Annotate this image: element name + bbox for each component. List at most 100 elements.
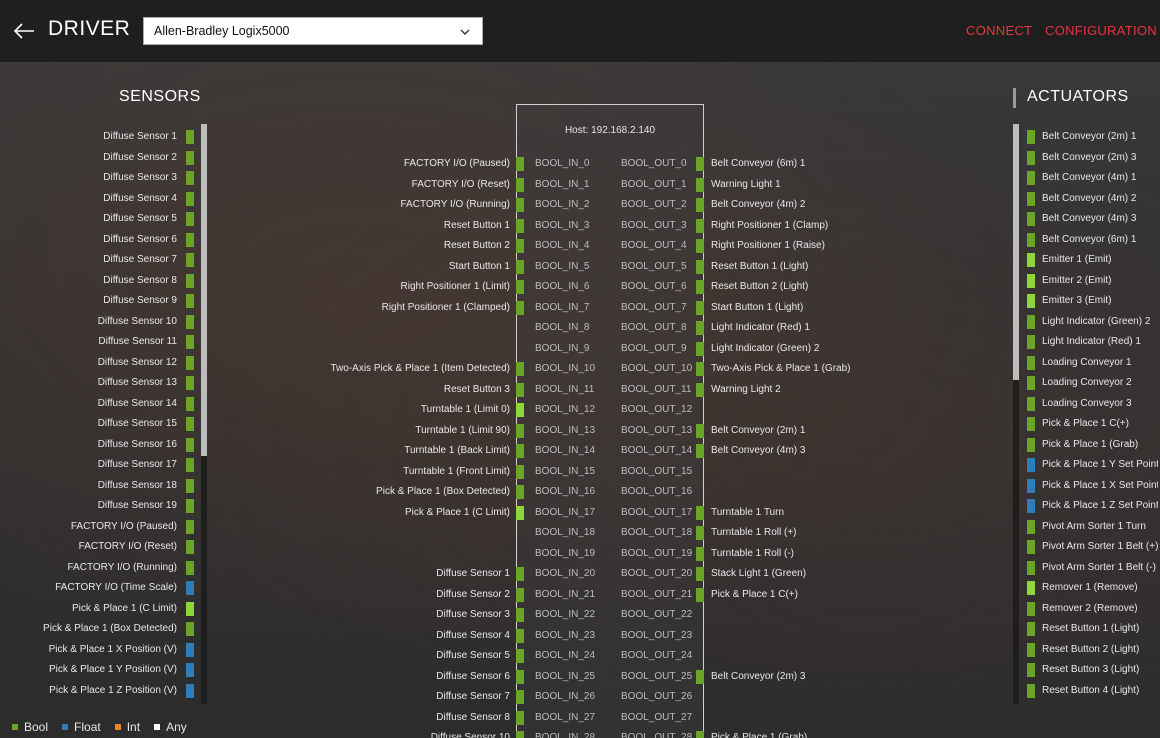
input-slot-indicator[interactable]	[516, 280, 524, 294]
input-slot-indicator[interactable]	[516, 505, 524, 520]
output-slot-indicator[interactable]	[696, 587, 704, 602]
sensor-item[interactable]: Diffuse Sensor 6	[20, 233, 177, 247]
input-slot-indicator[interactable]	[516, 587, 524, 602]
mapped-input-label[interactable]: Diffuse Sensor 2	[300, 588, 510, 602]
sensor-item[interactable]: Diffuse Sensor 4	[20, 192, 177, 206]
mapped-input-label[interactable]: FACTORY I/O (Reset)	[300, 178, 510, 192]
sensor-type-indicator[interactable]	[186, 150, 194, 165]
actuator-type-indicator[interactable]	[1027, 376, 1035, 390]
mapped-output-label[interactable]: Two-Axis Pick & Place 1 (Grab)	[711, 362, 850, 376]
sensor-type-indicator[interactable]	[186, 663, 194, 677]
sensor-type-indicator[interactable]	[186, 253, 194, 267]
sensor-item[interactable]: Diffuse Sensor 9	[20, 294, 177, 308]
mapped-output-label[interactable]: Belt Conveyor (4m) 3	[711, 444, 805, 458]
actuators-scrollbar[interactable]	[1013, 124, 1019, 704]
actuator-item[interactable]: Belt Conveyor (4m) 3	[1042, 212, 1158, 226]
actuator-item[interactable]: Pivot Arm Sorter 1 Belt (+)	[1042, 540, 1158, 554]
actuator-item[interactable]: Loading Conveyor 3	[1042, 397, 1158, 411]
input-slot-indicator[interactable]	[516, 649, 524, 663]
input-slot-indicator[interactable]	[516, 464, 524, 479]
output-slot-indicator[interactable]	[696, 280, 704, 294]
output-slot-indicator[interactable]	[696, 546, 704, 561]
mapped-input-label[interactable]: FACTORY I/O (Running)	[300, 198, 511, 212]
mapped-input-label[interactable]: Diffuse Sensor 5	[300, 649, 510, 663]
input-slot-indicator[interactable]	[516, 628, 524, 643]
sensors-scrollbar[interactable]	[201, 124, 207, 704]
sensor-type-indicator[interactable]	[186, 191, 194, 206]
sensor-item[interactable]: Diffuse Sensor 7	[20, 253, 177, 267]
mapped-input-label[interactable]: Reset Button 2	[300, 239, 510, 253]
input-slot-indicator[interactable]	[516, 382, 524, 397]
mapped-output-label[interactable]: Belt Conveyor (6m) 1	[711, 157, 805, 171]
input-slot-indicator[interactable]	[516, 669, 524, 684]
sensor-type-indicator[interactable]	[186, 642, 194, 657]
input-slot-indicator[interactable]	[516, 690, 524, 704]
actuator-item[interactable]: Reset Button 3 (Light)	[1042, 663, 1158, 677]
actuator-item[interactable]: Loading Conveyor 2	[1042, 376, 1158, 390]
sensor-type-indicator[interactable]	[186, 601, 194, 616]
sensor-item[interactable]: FACTORY I/O (Reset)	[20, 540, 177, 554]
actuator-type-indicator[interactable]	[1027, 253, 1035, 267]
actuator-type-indicator[interactable]	[1027, 335, 1035, 349]
actuator-type-indicator[interactable]	[1027, 191, 1035, 206]
actuator-item[interactable]: Loading Conveyor 1	[1042, 356, 1158, 370]
actuator-type-indicator[interactable]	[1027, 663, 1035, 677]
actuator-type-indicator[interactable]	[1027, 355, 1035, 370]
sensor-item[interactable]: Diffuse Sensor 11	[20, 335, 177, 349]
mapped-input-label[interactable]: Turntable 1 (Limit 90)	[300, 424, 510, 438]
input-slot-indicator[interactable]	[516, 485, 524, 499]
sensor-item[interactable]: Diffuse Sensor 2	[20, 151, 177, 165]
input-slot-indicator[interactable]	[516, 608, 524, 622]
output-slot-indicator[interactable]	[696, 423, 704, 438]
sensor-type-indicator[interactable]	[186, 478, 194, 493]
mapped-input-label[interactable]: Right Positioner 1 (Limit)	[300, 280, 510, 294]
sensor-type-indicator[interactable]	[186, 499, 194, 513]
mapped-input-label[interactable]: Start Button 1	[300, 260, 510, 274]
sensor-type-indicator[interactable]	[186, 560, 194, 575]
sensor-type-indicator[interactable]	[186, 437, 194, 452]
actuator-item[interactable]: Light Indicator (Green) 2	[1042, 315, 1158, 329]
sensor-type-indicator[interactable]	[186, 212, 194, 226]
actuator-type-indicator[interactable]	[1027, 478, 1035, 493]
sensor-item[interactable]: Diffuse Sensor 16	[20, 438, 177, 452]
driver-select[interactable]: Allen-Bradley Logix5000	[143, 17, 483, 45]
input-slot-indicator[interactable]	[516, 731, 524, 738]
input-slot-indicator[interactable]	[516, 710, 524, 725]
mapped-input-label[interactable]: Reset Button 3	[300, 383, 510, 397]
input-slot-indicator[interactable]	[516, 239, 524, 253]
input-slot-indicator[interactable]	[516, 300, 524, 315]
input-slot-indicator[interactable]	[516, 362, 524, 376]
sensors-scrollbar-thumb[interactable]	[201, 124, 207, 456]
actuators-scrollbar-thumb[interactable]	[1013, 124, 1019, 380]
mapped-input-label[interactable]: Pick & Place 1 (C Limit)	[300, 506, 510, 520]
actuator-item[interactable]: Emitter 1 (Emit)	[1042, 253, 1158, 267]
input-slot-indicator[interactable]	[516, 403, 524, 417]
actuator-type-indicator[interactable]	[1027, 417, 1035, 431]
back-arrow-icon[interactable]	[12, 20, 36, 42]
mapped-input-label[interactable]: Two-Axis Pick & Place 1 (Item Detected)	[300, 362, 510, 376]
mapped-output-label[interactable]: Pick & Place 1 (Grab)	[711, 731, 807, 738]
mapped-input-label[interactable]: FACTORY I/O (Paused)	[300, 157, 510, 171]
actuator-type-indicator[interactable]	[1027, 150, 1035, 165]
sensor-type-indicator[interactable]	[186, 335, 194, 349]
output-slot-indicator[interactable]	[696, 321, 704, 335]
mapped-input-label[interactable]: Diffuse Sensor 6	[300, 670, 510, 684]
sensor-item[interactable]: Pick & Place 1 (Box Detected)	[20, 622, 177, 636]
sensor-item[interactable]: Diffuse Sensor 10	[20, 315, 177, 329]
actuator-type-indicator[interactable]	[1027, 581, 1035, 595]
actuator-type-indicator[interactable]	[1027, 212, 1035, 226]
input-slot-indicator[interactable]	[516, 198, 524, 212]
output-slot-indicator[interactable]	[696, 198, 704, 212]
mapped-input-label[interactable]: Turntable 1 (Back Limit)	[300, 444, 510, 458]
input-slot-indicator[interactable]	[516, 157, 524, 171]
actuator-item[interactable]: Pivot Arm Sorter 1 Turn	[1042, 520, 1158, 534]
mapped-output-label[interactable]: Belt Conveyor (2m) 3	[711, 670, 805, 684]
mapped-input-label[interactable]: Diffuse Sensor 4	[300, 629, 510, 643]
actuator-type-indicator[interactable]	[1027, 232, 1035, 247]
mapped-output-label[interactable]: Turntable 1 Roll (-)	[711, 547, 794, 561]
output-slot-indicator[interactable]	[696, 731, 704, 738]
sensor-type-indicator[interactable]	[186, 683, 194, 698]
sensor-item[interactable]: Diffuse Sensor 19	[20, 499, 177, 513]
output-slot-indicator[interactable]	[696, 362, 704, 376]
sensor-type-indicator[interactable]	[186, 294, 194, 308]
